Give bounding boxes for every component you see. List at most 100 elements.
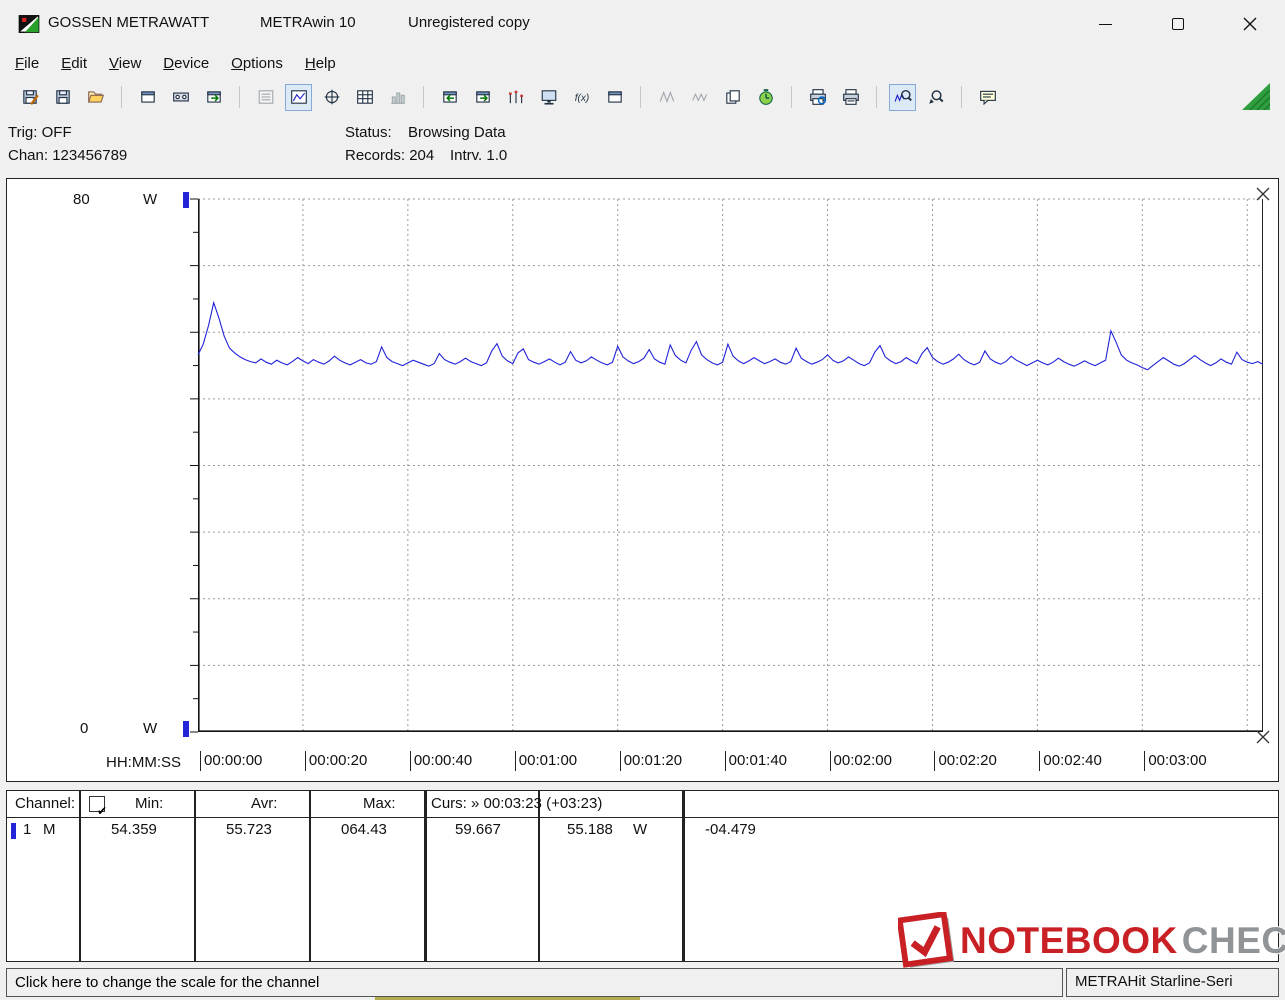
channel-marker-top xyxy=(183,192,189,208)
interval-value: Intrv. 1.0 xyxy=(450,147,507,164)
notebookcheck-watermark: NOTEBOOK CHECK xyxy=(898,912,1285,970)
row-min-value: 54.359 xyxy=(111,821,157,838)
window-arrow-left-icon xyxy=(441,88,459,106)
disk-icon xyxy=(54,88,72,106)
transfer-out-button[interactable] xyxy=(469,84,496,111)
disk-pen-icon xyxy=(21,88,39,106)
scale-levels-button[interactable] xyxy=(502,84,529,111)
x-tick-label: 00:02:40 xyxy=(1039,751,1101,771)
save-as-button[interactable] xyxy=(16,84,43,111)
toolbar-separator xyxy=(791,86,792,108)
list-icon xyxy=(257,88,275,106)
table-view-button[interactable] xyxy=(351,84,378,111)
row-channel-number: 1 xyxy=(23,821,31,838)
row-avr-value: 55.723 xyxy=(226,821,272,838)
column-divider xyxy=(79,791,81,961)
header-avr: Avr: xyxy=(251,795,277,812)
header-max: Max: xyxy=(363,795,396,812)
save-button[interactable] xyxy=(49,84,76,111)
open-button[interactable] xyxy=(82,84,109,111)
values-display-button xyxy=(252,84,279,111)
window-doc-icon xyxy=(606,88,624,106)
mini-window-button[interactable] xyxy=(601,84,628,111)
svg-text:f(x): f(x) xyxy=(574,93,589,104)
printer-preview-icon xyxy=(809,88,827,106)
status-bar-device: METRAHit Starline-Seri xyxy=(1066,968,1279,997)
tape-icon xyxy=(172,88,190,106)
column-divider xyxy=(682,791,685,961)
window-doc-icon xyxy=(139,88,157,106)
y-axis-unit-bottom: W xyxy=(143,720,157,737)
column-divider xyxy=(194,791,196,961)
row-unit: W xyxy=(633,821,647,838)
toolbar-separator xyxy=(423,86,424,108)
transfer-in-button[interactable] xyxy=(436,84,463,111)
chart-line-icon xyxy=(290,88,308,106)
toolbar: f(x) xyxy=(0,78,1285,116)
copy-pages-button[interactable] xyxy=(719,84,746,111)
license-status: Unregistered copy xyxy=(408,14,530,31)
menu-file[interactable]: File xyxy=(4,51,50,76)
table-header-divider xyxy=(7,817,1278,818)
xy-chart-view-button[interactable] xyxy=(318,84,345,111)
note-icon xyxy=(979,88,997,106)
status-bar-hint[interactable]: Click here to change the scale for the c… xyxy=(6,968,1063,997)
product-name: METRAwin 10 xyxy=(260,14,356,31)
watermark-text-gray: CHECK xyxy=(1182,920,1285,962)
menu-options[interactable]: Options xyxy=(220,51,294,76)
x-tick-label: 00:01:00 xyxy=(515,751,577,771)
check-icon: ✔ xyxy=(97,804,107,818)
split-icon xyxy=(658,88,676,106)
x-tick-label: 00:00:40 xyxy=(410,751,472,771)
zoom-wave-icon xyxy=(894,88,912,106)
records-count: Records: 204 xyxy=(345,147,434,164)
toolbar-separator xyxy=(239,86,240,108)
menu-help[interactable]: Help xyxy=(294,51,347,76)
column-divider xyxy=(538,791,540,961)
print-button[interactable] xyxy=(837,84,864,111)
menu-view[interactable]: View xyxy=(98,51,152,76)
header-cursor: Curs: » 00:03:23 (+03:23) xyxy=(431,795,602,812)
printer-icon xyxy=(842,88,860,106)
y-axis-unit-top: W xyxy=(143,191,157,208)
notebookcheck-logo-icon xyxy=(898,912,956,970)
app-icon xyxy=(18,13,40,35)
close-button[interactable] xyxy=(1227,10,1273,38)
maximize-button[interactable] xyxy=(1155,10,1201,38)
refresh-timer-button[interactable] xyxy=(752,84,779,111)
x-tick-label: 00:02:20 xyxy=(934,751,996,771)
zoom-select-button[interactable] xyxy=(922,84,949,111)
export-data-button[interactable] xyxy=(200,84,227,111)
zoom-curve-button[interactable] xyxy=(889,84,916,111)
menu-device[interactable]: Device xyxy=(152,51,220,76)
row-max-value: 064.43 xyxy=(341,821,387,838)
channel-row-marker xyxy=(11,823,16,839)
menu-edit[interactable]: Edit xyxy=(50,51,98,76)
timer-icon xyxy=(757,88,775,106)
notes-button[interactable] xyxy=(974,84,1001,111)
acquisition-info-bar: Trig: OFF Chan: 123456789 Status: Browsi… xyxy=(0,116,1285,178)
crosshair-icon xyxy=(323,88,341,106)
minimize-button[interactable] xyxy=(1082,10,1128,38)
yt-chart-view-button[interactable] xyxy=(285,84,312,111)
close-icon xyxy=(1243,17,1257,31)
bar-graph-view-button xyxy=(384,84,411,111)
x-tick-label: 00:01:40 xyxy=(725,751,787,771)
row-cursor-value: 59.667 xyxy=(455,821,501,838)
chart-panel: 80 W 0 W HH:MM:SS 00:00:0000:00:2000:00:… xyxy=(6,178,1279,782)
row-current-value: 55.188 xyxy=(567,821,613,838)
window-arrow-icon xyxy=(474,88,492,106)
channel-visibility-checkbox[interactable]: ✔ xyxy=(89,796,105,812)
formula-button[interactable]: f(x) xyxy=(568,84,595,111)
x-tick-label: 00:00:00 xyxy=(200,751,262,771)
device-memory-button[interactable] xyxy=(167,84,194,111)
zoom-arrow-icon xyxy=(927,88,945,106)
chart-plot-area[interactable] xyxy=(198,199,1263,732)
header-min: Min: xyxy=(135,795,163,812)
y-axis-min-label[interactable]: 0 xyxy=(80,720,88,737)
print-preview-button[interactable] xyxy=(804,84,831,111)
read-device-memory-button[interactable] xyxy=(134,84,161,111)
y-axis-max-label[interactable]: 80 xyxy=(73,191,90,208)
toolbar-separator xyxy=(640,86,641,108)
online-monitor-button[interactable] xyxy=(535,84,562,111)
